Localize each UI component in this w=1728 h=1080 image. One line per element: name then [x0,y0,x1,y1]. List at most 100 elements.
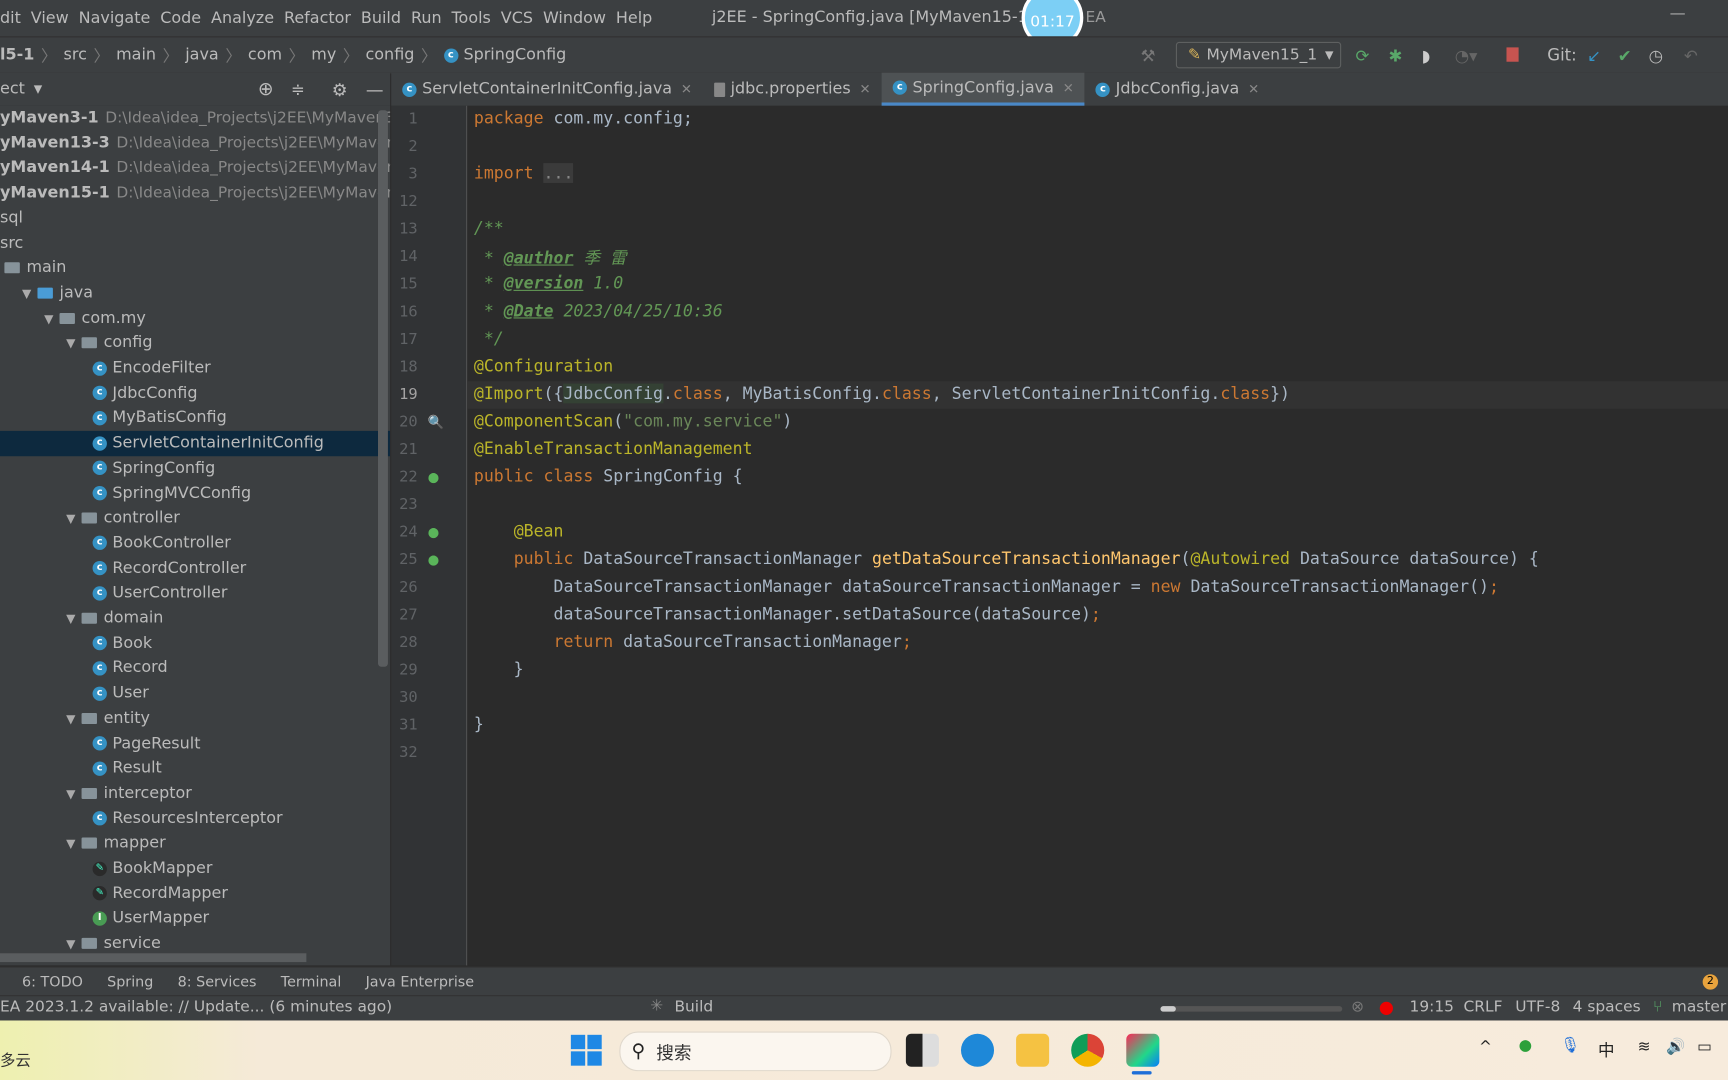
file-explorer-icon[interactable] [1016,1033,1050,1067]
minimize-window-icon[interactable]: — [1670,6,1696,24]
tree-item[interactable]: sql [0,206,390,231]
wifi-icon[interactable]: ≋ [1638,1038,1651,1056]
code-line[interactable]: import ... [474,163,574,183]
microphone-icon[interactable]: 🎙 [1560,1037,1580,1055]
edge-icon[interactable] [960,1033,995,1067]
expand-arrow-icon[interactable]: ▼ [66,706,81,731]
tab-servletcontainerinitconfig-java[interactable]: c ServletContainerInitConfig.java ✕ [391,73,703,106]
rollback-icon[interactable]: ↶ [1684,46,1698,66]
gear-icon[interactable]: ⚙ [332,79,348,100]
menu-analyze[interactable]: Analyze [211,9,284,27]
tool-services[interactable]: 8: Services [178,974,257,991]
close-icon[interactable]: ✕ [860,82,871,97]
breadcrumb-item[interactable]: l5-1 [0,46,41,64]
update-message[interactable]: EA 2023.1.2 available: // Update... (6 m… [0,998,392,1016]
code-line[interactable]: } [474,714,484,734]
code-line[interactable]: @Import({JdbcConfig.class, MyBatisConfig… [474,383,1290,404]
tree-item[interactable]: c JdbcConfig [0,381,390,406]
menu-tools[interactable]: Tools [452,9,501,27]
taskbar-search[interactable]: ⚲ 搜索 [619,1031,892,1072]
tool-spring[interactable]: Spring [107,974,153,991]
tree-scrollbar[interactable] [377,110,388,667]
tab-springconfig-java[interactable]: c SpringConfig.java ✕ [881,72,1085,106]
minimize-icon[interactable]: — [366,79,384,100]
menu-view[interactable]: View [31,9,79,27]
code-line[interactable]: public DataSourceTransactionManager getD… [474,549,1539,569]
tree-item[interactable]: yMaven15-1 D:\Idea\idea_Projects\j2EE\MyM… [0,181,390,206]
menu-window[interactable]: Window [543,9,616,27]
chevron-up-icon[interactable]: ^ [1479,1038,1492,1056]
menu-help[interactable]: Help [616,9,662,27]
spring-scan-icon[interactable]: 🔍 [428,414,444,429]
task-view-icon[interactable] [905,1033,939,1067]
tree-item[interactable]: main [0,256,390,281]
code-line[interactable]: package com.my.config; [474,108,693,128]
tree-item[interactable]: c RecordController [0,556,390,581]
profile-icon[interactable]: ◔▾ [1455,46,1478,66]
close-icon[interactable]: ✕ [1248,82,1259,97]
close-icon[interactable]: ✕ [681,82,692,97]
tree-item[interactable]: c EncodeFilter [0,356,390,381]
code-line[interactable]: * @Date 2023/04/25/10:36 [474,301,723,321]
menu-dit[interactable]: dit [0,9,31,27]
code-line[interactable]: return dataSourceTransactionManager; [474,631,911,651]
code-line[interactable]: public class SpringConfig { [474,466,743,486]
tree-item[interactable]: c UserController [0,581,390,606]
tree-item[interactable]: c Book [0,631,390,656]
code-line[interactable]: } [474,659,524,679]
code-line[interactable]: * @version 1.0 [474,273,623,293]
tree-item[interactable]: yMaven13-3 D:\Idea\idea_Projects\j2EE\MyM… [0,131,390,156]
tree-item[interactable]: ▼ java [0,281,390,306]
history-icon[interactable]: ◷ [1649,46,1663,66]
menu-vcs[interactable]: VCS [501,9,543,27]
code-line[interactable]: */ [474,328,504,348]
coverage-icon[interactable]: ◗ [1422,46,1431,66]
menu-run[interactable]: Run [411,9,452,27]
indent-setting[interactable]: 4 spaces [1573,998,1641,1016]
breadcrumb-item[interactable]: c SpringConfig [437,46,573,64]
tree-horizontal-scrollbar[interactable] [0,953,307,963]
code-line[interactable]: * @author 季 雷 [474,246,627,269]
code-line[interactable]: @EnableTransactionManagement [474,439,753,459]
tree-item[interactable]: c ServletContainerInitConfig [0,431,391,457]
code-line[interactable]: /** [474,218,504,238]
line-separator[interactable]: CRLF [1464,998,1503,1016]
tree-item[interactable]: c SpringConfig [0,456,390,481]
hammer-icon[interactable]: ⚒ [1141,46,1156,66]
stop-icon[interactable] [1506,47,1519,62]
code-line[interactable]: dataSourceTransactionManager.setDataSour… [474,604,1101,624]
tree-item[interactable]: yMaven3-1 D:\Idea\idea_Projects\j2EE\MyMa… [0,106,390,131]
tree-item[interactable]: c PageResult [0,731,390,756]
tree-item[interactable]: c Result [0,756,390,781]
tree-item[interactable]: ▼ com.my [0,306,390,331]
spring-bean-icon[interactable]: ● [428,525,440,540]
menu-refactor[interactable]: Refactor [284,9,361,27]
tree-item[interactable]: c MyBatisConfig [0,406,390,431]
collapse-all-icon[interactable]: ≑ [291,79,305,99]
chrome-icon[interactable] [1071,1033,1105,1067]
spring-bean-icon[interactable]: ● [428,552,440,567]
tree-item[interactable]: ▼ domain [0,606,390,631]
breadcrumb-item[interactable]: src [57,46,94,64]
tool-terminal[interactable]: Terminal [281,974,342,991]
tree-item[interactable]: src [0,231,390,256]
caret-position[interactable]: 19:15 [1410,998,1454,1016]
build-status[interactable]: Build [674,998,713,1016]
tree-item[interactable]: c User [0,681,390,706]
tree-item[interactable]: I UserMapper [0,906,390,931]
tree-item[interactable]: yMaven14-1 D:\Idea\idea_Projects\j2EE\MyM… [0,156,390,181]
expand-arrow-icon[interactable]: ▼ [44,306,59,331]
windows-start-icon[interactable] [570,1034,602,1066]
breadcrumb-item[interactable]: config [359,46,421,64]
code-line[interactable]: @ComponentScan("com.my.service") [474,411,792,431]
git-commit-icon[interactable]: ✔ [1618,46,1632,66]
breadcrumb-item[interactable]: java [179,46,226,64]
volume-icon[interactable]: 🔊 [1666,1038,1685,1056]
tree-item[interactable]: ✎ BookMapper [0,856,390,881]
tab-jdbc-properties[interactable]: jdbc.properties ✕ [703,73,882,106]
spring-bean-icon[interactable]: ● [428,469,440,484]
expand-arrow-icon[interactable]: ▼ [66,506,81,531]
menu-code[interactable]: Code [160,9,211,27]
breadcrumb-item[interactable]: com [241,46,288,64]
code-line[interactable]: @Bean [474,521,564,541]
